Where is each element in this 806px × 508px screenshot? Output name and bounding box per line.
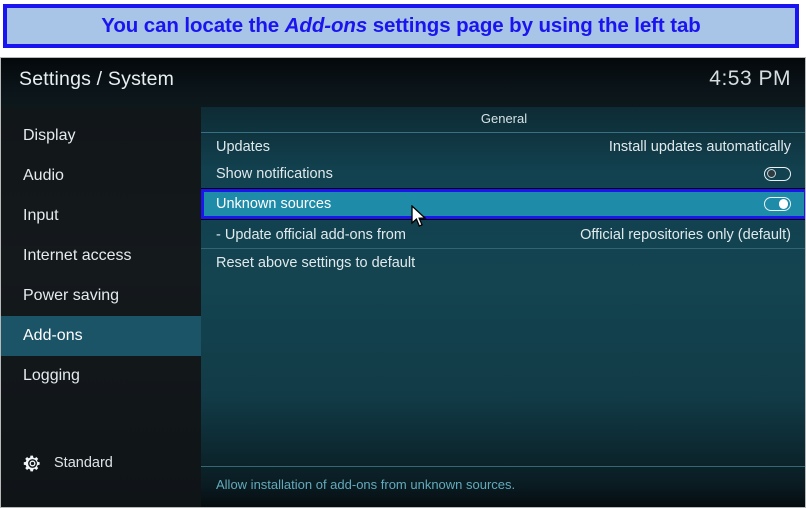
sidebar-item-label: Display — [23, 127, 76, 144]
setting-label: Reset above settings to default — [216, 254, 416, 271]
setting-help-text: Allow installation of add-ons from unkno… — [216, 477, 516, 492]
toggle-knob — [766, 168, 776, 179]
setting-label: Updates — [216, 138, 271, 155]
gear-icon — [23, 455, 40, 471]
annotation-emphasis: Add-ons — [284, 14, 368, 37]
sidebar-item-display[interactable]: Display — [1, 116, 201, 156]
breadcrumb: Settings / System — [19, 68, 175, 90]
settings-level-selector[interactable]: Standard — [1, 449, 201, 477]
sidebar-item-internet-access[interactable]: Internet access — [1, 236, 201, 276]
toggle-switch[interactable] — [764, 197, 791, 211]
setting-value: Install updates automatically — [608, 138, 791, 155]
kodi-settings-window: Settings / System 4:53 PM Display Audio In… — [0, 57, 806, 508]
sidebar-item-label: Audio — [23, 167, 64, 184]
sidebar-item-label: Logging — [23, 367, 80, 384]
sidebar-item-label: Input — [23, 207, 59, 224]
help-divider — [201, 466, 805, 467]
sidebar-item-audio[interactable]: Audio — [1, 156, 201, 196]
setting-row[interactable]: - Update official add-ons from Official r… — [201, 221, 805, 248]
annotation-banner-text: You can locate the Add-ons settings page… — [101, 14, 700, 38]
sidebar-item-label: Power saving — [23, 287, 120, 304]
clock: 4:53 PM — [709, 67, 791, 90]
sidebar-item-input[interactable]: Input — [1, 196, 201, 236]
setting-row[interactable]: Reset above settings to default — [201, 249, 805, 276]
setting-label: Show notifications — [216, 165, 333, 182]
toggle-knob — [779, 199, 789, 209]
settings-main-panel: General Updates Install updates automatic… — [201, 107, 805, 507]
annotation-text-after: settings page by using the left tab — [367, 14, 701, 37]
toggle-switch[interactable] — [764, 166, 791, 181]
settings-row-list: Updates Install updates automatically Show… — [201, 133, 805, 276]
sidebar-item-label: Add-ons — [23, 327, 83, 344]
settings-group-header: General — [480, 111, 528, 126]
setting-label: Unknown sources — [216, 196, 332, 212]
setting-row[interactable]: Unknown sources — [201, 188, 805, 220]
annotation-text-before: You can locate the — [101, 14, 285, 37]
sidebar-item-add-ons[interactable]: Add-ons — [1, 316, 201, 356]
setting-label: - Update official add-ons from — [216, 226, 406, 243]
setting-row[interactable]: Show notifications — [201, 160, 805, 187]
settings-level-label: Standard — [54, 455, 113, 471]
setting-value: Official repositories only (default) — [580, 226, 791, 243]
sidebar-item-label: Internet access — [23, 247, 132, 264]
annotation-banner: You can locate the Add-ons settings page… — [3, 4, 799, 48]
sidebar-item-list: Display Audio Input Internet access Power sa… — [1, 116, 201, 396]
window-header: Settings / System 4:53 PM — [1, 58, 805, 107]
sidebar-item-logging[interactable]: Logging — [1, 356, 201, 396]
setting-row[interactable]: Updates Install updates automatically — [201, 133, 805, 160]
settings-category-sidebar: Display Audio Input Internet access Power sa… — [1, 107, 201, 507]
sidebar-item-power-saving[interactable]: Power saving — [1, 276, 201, 316]
